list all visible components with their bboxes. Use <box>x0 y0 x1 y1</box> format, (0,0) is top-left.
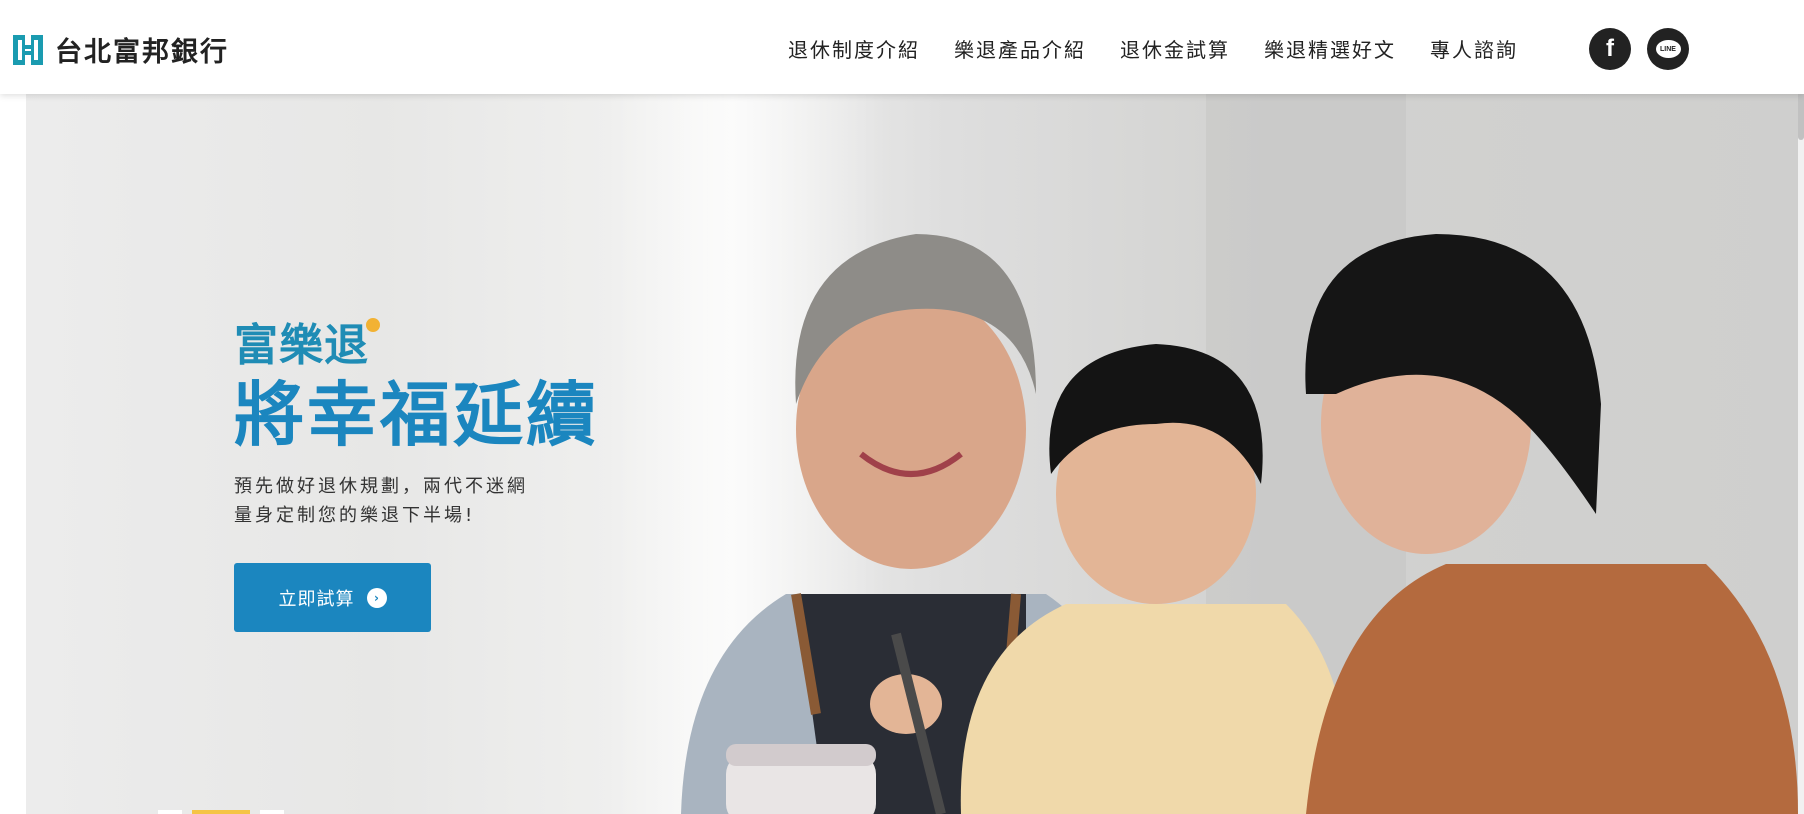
fubon-logo-icon <box>13 34 43 65</box>
mother-figure <box>1305 234 1798 814</box>
line-button[interactable]: LINE <box>1647 28 1689 70</box>
nav-consultation[interactable]: 專人諮詢 <box>1430 34 1518 63</box>
hero-banner: 富樂退 將幸福延續 預先做好退休規劃，兩代不迷網 量身定制您的樂退下半場! 立即… <box>26 94 1798 814</box>
jar <box>726 744 876 814</box>
calculate-now-button[interactable]: 立即試算 › <box>234 563 431 632</box>
site-header: 台北富邦銀行 退休制度介紹 樂退產品介紹 退休金試算 樂退精選好文 專人諮詢 f… <box>0 0 1804 94</box>
nav-products[interactable]: 樂退產品介紹 <box>954 34 1086 63</box>
page-scrollbar[interactable] <box>1798 0 1804 814</box>
facebook-icon: f <box>1606 35 1614 62</box>
chevron-right-circle-icon: › <box>366 587 387 608</box>
hero-subtext-line-2: 量身定制您的樂退下半場! <box>234 505 476 526</box>
nav-articles[interactable]: 樂退精選好文 <box>1264 34 1396 63</box>
main-nav: 退休制度介紹 樂退產品介紹 退休金試算 樂退精選好文 專人諮詢 <box>788 34 1518 63</box>
carousel-dot-2[interactable] <box>192 810 250 814</box>
facebook-button[interactable]: f <box>1589 28 1631 70</box>
hero-subtext-line-1: 預先做好退休規劃，兩代不迷網 <box>234 476 528 497</box>
line-icon: LINE <box>1655 40 1681 58</box>
carousel-dot-1[interactable] <box>158 810 182 814</box>
coin-icon <box>366 318 380 332</box>
hero-subtext: 預先做好退休規劃，兩代不迷網 量身定制您的樂退下半場! <box>234 472 599 530</box>
hero-copy: 富樂退 將幸福延續 預先做好退休規劃，兩代不迷網 量身定制您的樂退下半場! 立即… <box>234 306 599 632</box>
carousel-indicators <box>158 810 284 814</box>
nav-pension-calculator[interactable]: 退休金試算 <box>1120 34 1230 63</box>
hero-headline: 將幸福延續 <box>234 374 599 456</box>
nav-retirement-system[interactable]: 退休制度介紹 <box>788 34 920 63</box>
calculate-now-label: 立即試算 <box>278 588 355 610</box>
bank-name: 台北富邦銀行 <box>55 37 229 68</box>
campaign-brand: 富樂退 <box>234 320 369 371</box>
social-links: f LINE <box>1589 28 1689 70</box>
bank-logo[interactable]: 台北富邦銀行 <box>10 30 229 69</box>
campaign-logo: 富樂退 <box>234 306 599 368</box>
carousel-dot-3[interactable] <box>260 810 284 814</box>
